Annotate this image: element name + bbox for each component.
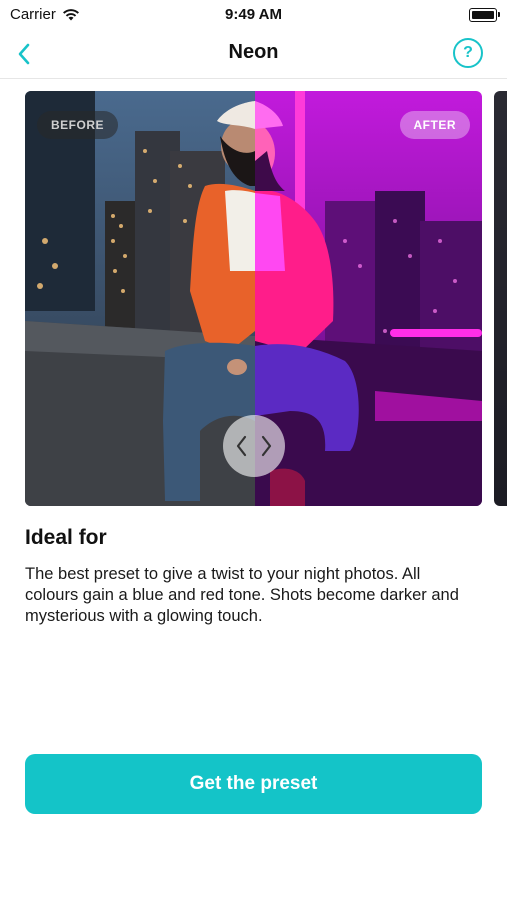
compare-slider-handle[interactable] <box>223 415 285 477</box>
next-preset-card[interactable] <box>494 91 507 506</box>
chevron-left-right-icon <box>236 435 272 457</box>
ideal-for-heading: Ideal for <box>25 526 107 549</box>
navigation-bar: Neon ? <box>0 30 507 79</box>
before-after-comparison[interactable]: BEFORE AFTER <box>25 91 482 506</box>
before-photo <box>25 91 255 506</box>
status-time: 9:49 AM <box>225 6 282 23</box>
page-title: Neon <box>228 41 279 63</box>
battery-icon <box>469 8 500 22</box>
after-photo <box>255 91 482 506</box>
help-button[interactable]: ? <box>453 38 483 68</box>
help-icon: ? <box>463 44 473 61</box>
before-badge: BEFORE <box>37 111 119 139</box>
preset-description: The best preset to give a twist to your … <box>25 565 459 625</box>
get-preset-button[interactable]: Get the preset <box>25 754 482 814</box>
after-badge: AFTER <box>399 111 470 139</box>
status-bar: Carrier 9:49 AM <box>0 0 507 30</box>
